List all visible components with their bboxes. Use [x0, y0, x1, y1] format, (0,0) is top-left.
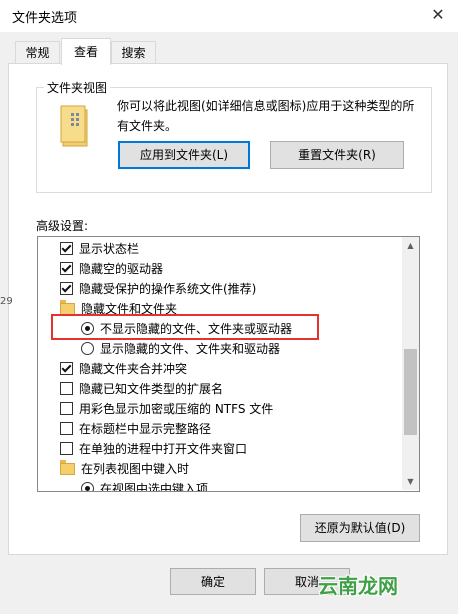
advanced-settings-label: 高级设置: [36, 219, 89, 233]
list-item-label: 隐藏已知文件类型的扩展名 [79, 381, 224, 396]
scrollbar-thumb[interactable] [404, 349, 417, 435]
list-item-label: 在列表视图中键入时 [81, 461, 190, 476]
list-item-label: 用彩色显示加密或压缩的 NTFS 文件 [79, 401, 274, 416]
scroll-up-icon[interactable]: ▲ [402, 237, 419, 254]
tab-general[interactable]: 常规 [15, 41, 60, 64]
list-item[interactable]: 在标题栏中显示完整路径 [60, 418, 211, 438]
list-item[interactable]: 显示状态栏 [60, 238, 139, 258]
checkbox-checked[interactable] [60, 362, 73, 375]
list-item[interactable]: 隐藏已知文件类型的扩展名 [60, 378, 223, 398]
tab-view[interactable]: 查看 [61, 38, 111, 65]
list-item[interactable]: 用彩色显示加密或压缩的 NTFS 文件 [60, 398, 273, 418]
background-window-fragment: 29 [0, 296, 13, 307]
checkbox-checked[interactable] [60, 282, 73, 295]
folder-icon [60, 459, 75, 475]
ok-button[interactable]: 确定 [170, 568, 256, 595]
reset-folders-button[interactable]: 重置文件夹(R) [270, 141, 404, 169]
scroll-down-icon[interactable]: ▼ [402, 473, 419, 490]
list-item[interactable]: 在单独的进程中打开文件夹窗口 [60, 438, 247, 458]
folder-views-icon [60, 105, 88, 147]
restore-defaults-button[interactable]: 还原为默认值(D) [300, 514, 420, 542]
list-item-label: 在标题栏中显示完整路径 [79, 421, 212, 436]
checkbox-unchecked[interactable] [60, 442, 73, 455]
highlight-annotation [51, 314, 319, 340]
list-item-label: 隐藏空的驱动器 [79, 261, 164, 276]
list-item[interactable]: 在视图中选中键入项 [81, 478, 209, 492]
checkbox-unchecked[interactable] [60, 402, 73, 415]
checkbox-unchecked[interactable] [60, 382, 73, 395]
folder-icon [60, 299, 75, 315]
list-item-label: 显示隐藏的文件、文件夹和驱动器 [100, 341, 281, 356]
watermark-logo: 云南龙网 [318, 574, 398, 598]
checkbox-checked[interactable] [60, 262, 73, 275]
window-title: 文件夹选项 [12, 11, 78, 26]
list-item[interactable]: 显示隐藏的文件、文件夹和驱动器 [81, 338, 280, 358]
list-item-label: 隐藏受保护的操作系统文件(推荐) [79, 281, 257, 296]
advanced-settings-list: 显示状态栏 隐藏空的驱动器 隐藏受保护的操作系统文件(推荐) 隐藏文件和文件夹 … [37, 236, 420, 492]
list-item-label: 在单独的进程中打开文件夹窗口 [79, 441, 248, 456]
folder-view-description: 你可以将此视图(如详细信息或图标)应用于这种类型的所有文件夹。 [117, 99, 415, 133]
list-item: 在列表视图中键入时 [60, 458, 189, 478]
close-icon[interactable]: ✕ [424, 2, 452, 28]
list-item[interactable]: 隐藏受保护的操作系统文件(推荐) [60, 278, 256, 298]
list-item-label: 显示状态栏 [79, 241, 140, 256]
title-bar: 文件夹选项 ✕ [0, 0, 458, 32]
list-item-label: 在视图中选中键入项 [100, 481, 209, 492]
list-item[interactable]: 隐藏文件夹合并冲突 [60, 358, 187, 378]
list-item[interactable]: 隐藏空的驱动器 [60, 258, 163, 278]
radio-unselected[interactable] [81, 342, 94, 355]
tab-search[interactable]: 搜索 [111, 41, 156, 64]
radio-selected[interactable] [81, 482, 94, 491]
apply-to-folders-button[interactable]: 应用到文件夹(L) [118, 141, 250, 169]
folder-view-group-label: 文件夹视图 [44, 79, 111, 96]
checkbox-unchecked[interactable] [60, 422, 73, 435]
list-item-label: 隐藏文件夹合并冲突 [79, 361, 188, 376]
checkbox-checked[interactable] [60, 242, 73, 255]
